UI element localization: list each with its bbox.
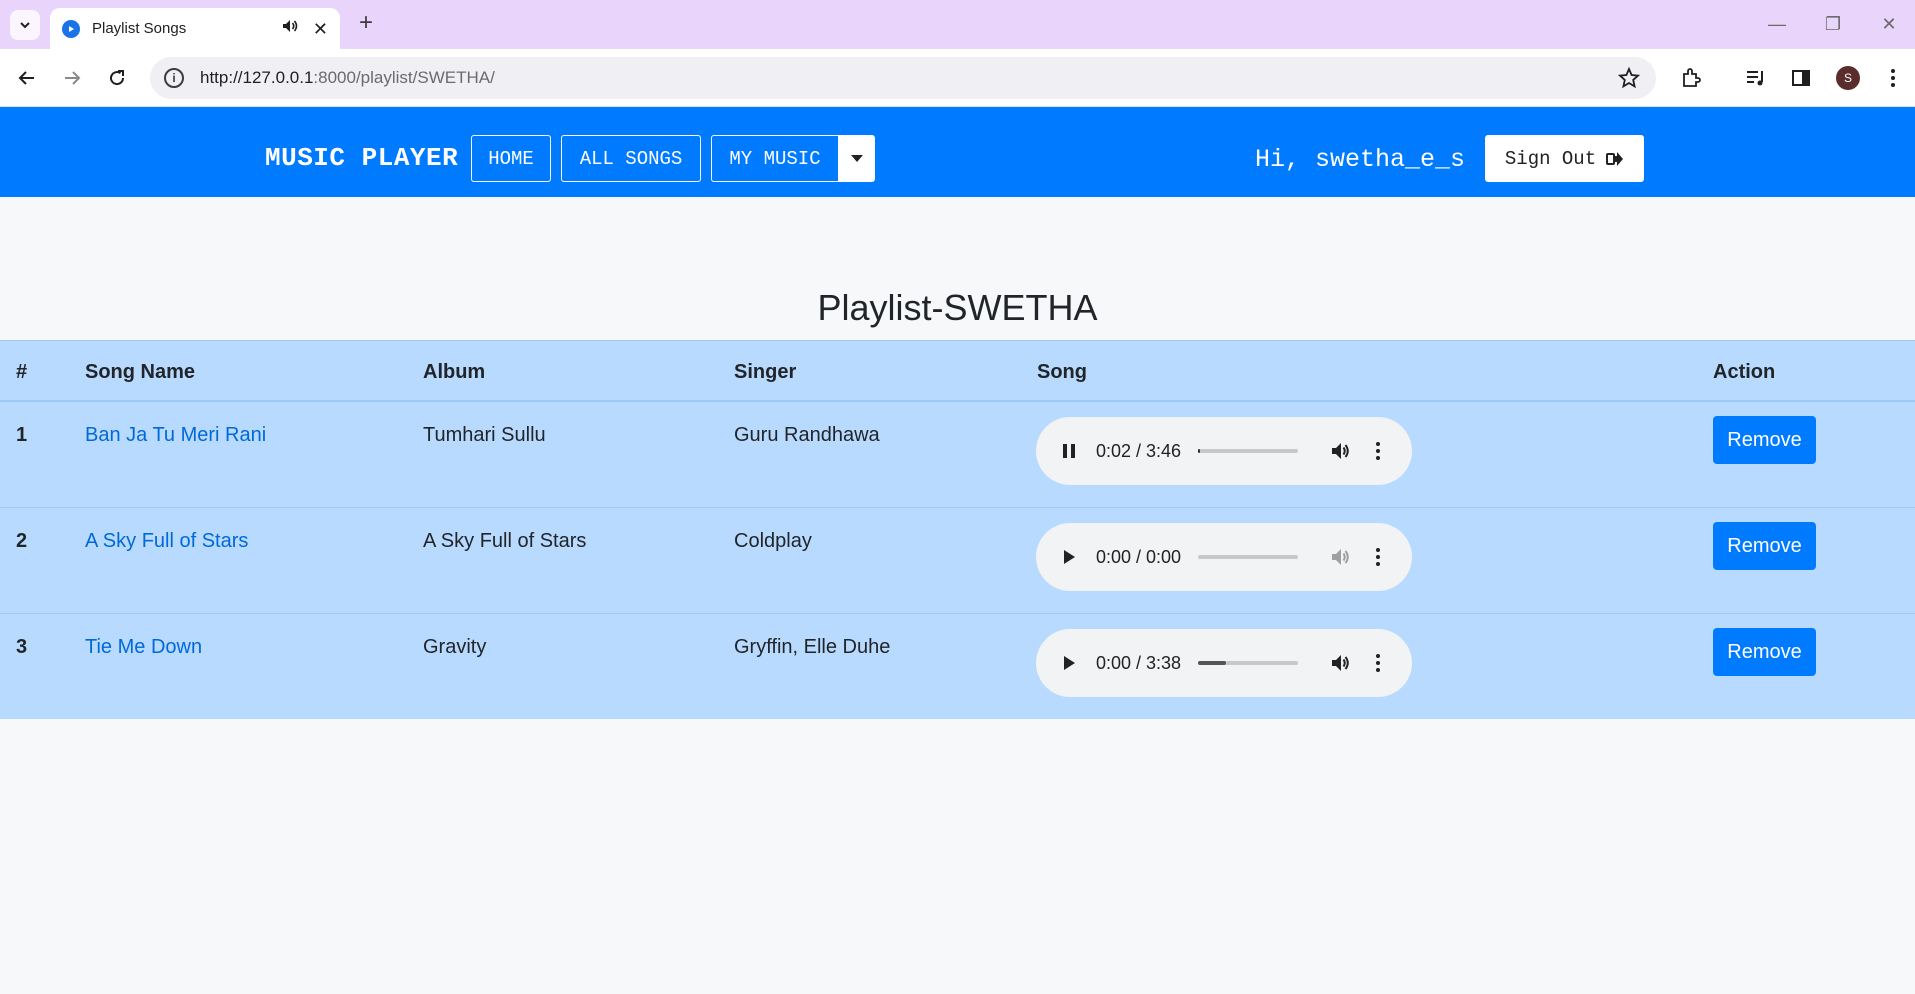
table-row: 1 Ban Ja Tu Meri Rani Tumhari Sullu Guru… <box>0 402 1915 508</box>
singer-cell: Guru Randhawa <box>734 424 880 446</box>
col-header-number: # <box>16 361 28 383</box>
back-icon[interactable] <box>12 63 42 93</box>
audio-time: 0:00 / 0:00 <box>1096 546 1182 567</box>
singer-cell: Gryffin, Elle Duhe <box>734 636 891 658</box>
user-greeting: Hi, swetha_e_s <box>1255 145 1466 174</box>
more-options-icon[interactable] <box>1368 439 1388 463</box>
more-options-icon[interactable] <box>1368 545 1388 569</box>
play-icon[interactable] <box>1058 652 1080 674</box>
side-panel-icon[interactable] <box>1788 65 1814 91</box>
song-name-link[interactable]: Tie Me Down <box>85 636 202 659</box>
album-cell: A Sky Full of Stars <box>423 530 587 552</box>
table-row: 3 Tie Me Down Gravity Gryffin, Elle Duhe… <box>0 614 1915 720</box>
reload-icon[interactable] <box>102 63 132 93</box>
volume-icon[interactable] <box>1328 439 1352 463</box>
new-tab-icon[interactable]: + <box>354 11 378 36</box>
col-header-song-name: Song Name <box>85 361 196 383</box>
my-music-dropdown: MY MUSIC <box>711 135 875 182</box>
table-header-row: # Song Name Album Singer Song Action <box>0 340 1915 402</box>
table-row: 2 A Sky Full of Stars A Sky Full of Star… <box>0 508 1915 614</box>
site-navbar: MUSIC PLAYER HOME ALL SONGS MY MUSIC Hi,… <box>0 107 1915 197</box>
remove-button[interactable]: Remove <box>1713 522 1816 570</box>
row-number: 2 <box>16 530 28 552</box>
song-name-link[interactable]: Ban Ja Tu Meri Rani <box>85 424 266 447</box>
remove-button[interactable]: Remove <box>1713 416 1816 464</box>
row-number: 1 <box>16 424 28 446</box>
address-bar[interactable]: i http://127.0.0.1:8000/playlist/SWETHA/ <box>150 57 1656 99</box>
site-info-icon[interactable]: i <box>164 68 184 88</box>
row-number: 3 <box>16 636 28 658</box>
tab-close-icon[interactable]: ✕ <box>313 20 328 38</box>
singer-cell: Coldplay <box>734 530 812 552</box>
tab-title: Playlist Songs <box>92 20 187 37</box>
sign-out-label: Sign Out <box>1504 147 1597 170</box>
audio-seek-bar[interactable] <box>1198 449 1298 453</box>
forward-icon[interactable] <box>57 63 87 93</box>
extensions-icon[interactable] <box>1678 65 1704 91</box>
volume-icon[interactable] <box>1328 651 1352 675</box>
pause-icon[interactable] <box>1058 440 1080 462</box>
song-name-link[interactable]: A Sky Full of Stars <box>85 530 248 553</box>
media-control-icon[interactable] <box>1743 65 1769 91</box>
profile-icon[interactable]: S <box>1835 65 1861 91</box>
sign-out-button[interactable]: Sign Out <box>1485 135 1644 182</box>
audio-seek-bar[interactable] <box>1198 661 1298 665</box>
playlist-table: # Song Name Album Singer Song Action 1 B… <box>0 340 1915 719</box>
dropdown-caret-icon[interactable] <box>839 135 875 182</box>
remove-button[interactable]: Remove <box>1713 628 1816 676</box>
audio-time: 0:02 / 3:46 <box>1096 440 1182 461</box>
browser-toolbar: i http://127.0.0.1:8000/playlist/SWETHA/… <box>0 49 1915 107</box>
volume-icon[interactable] <box>1328 545 1352 569</box>
play-favicon-icon <box>62 19 80 38</box>
seek-bar-fill <box>1198 449 1200 453</box>
minimize-icon[interactable]: — <box>1762 12 1792 36</box>
play-icon[interactable] <box>1058 546 1080 568</box>
browser-tab[interactable]: Playlist Songs ✕ <box>50 8 340 49</box>
audio-seek-bar[interactable] <box>1198 555 1298 559</box>
sign-out-icon <box>1606 151 1624 166</box>
browser-menu-icon[interactable] <box>1880 65 1906 91</box>
audio-player: 0:02 / 3:46 <box>1036 417 1412 485</box>
browser-tab-bar: Playlist Songs ✕ + — ❐ ✕ <box>0 0 1915 49</box>
audio-player: 0:00 / 0:00 <box>1036 523 1412 591</box>
more-options-icon[interactable] <box>1368 651 1388 675</box>
restore-icon[interactable]: ❐ <box>1818 12 1848 36</box>
nav-home-button[interactable]: HOME <box>471 135 551 182</box>
nav-all-songs-button[interactable]: ALL SONGS <box>561 135 701 182</box>
tab-search-button[interactable] <box>10 10 40 40</box>
brand-logo[interactable]: MUSIC PLAYER <box>265 143 458 173</box>
album-cell: Gravity <box>423 636 487 658</box>
col-header-action: Action <box>1713 361 1776 383</box>
audio-playing-icon[interactable] <box>281 17 299 40</box>
col-header-singer: Singer <box>734 361 797 383</box>
album-cell: Tumhari Sullu <box>423 424 546 446</box>
audio-player: 0:00 / 3:38 <box>1036 629 1412 697</box>
page-title: Playlist-SWETHA <box>817 287 1098 328</box>
nav-my-music-button[interactable]: MY MUSIC <box>711 135 839 182</box>
seek-bar-fill <box>1198 661 1226 665</box>
col-header-song: Song <box>1037 361 1087 383</box>
col-header-album: Album <box>423 361 486 383</box>
chevron-down-icon <box>20 22 30 29</box>
audio-time: 0:00 / 3:38 <box>1096 652 1182 673</box>
close-window-icon[interactable]: ✕ <box>1874 12 1904 36</box>
url-text: http://127.0.0.1:8000/playlist/SWETHA/ <box>200 68 495 87</box>
bookmark-star-icon[interactable] <box>1617 66 1641 94</box>
